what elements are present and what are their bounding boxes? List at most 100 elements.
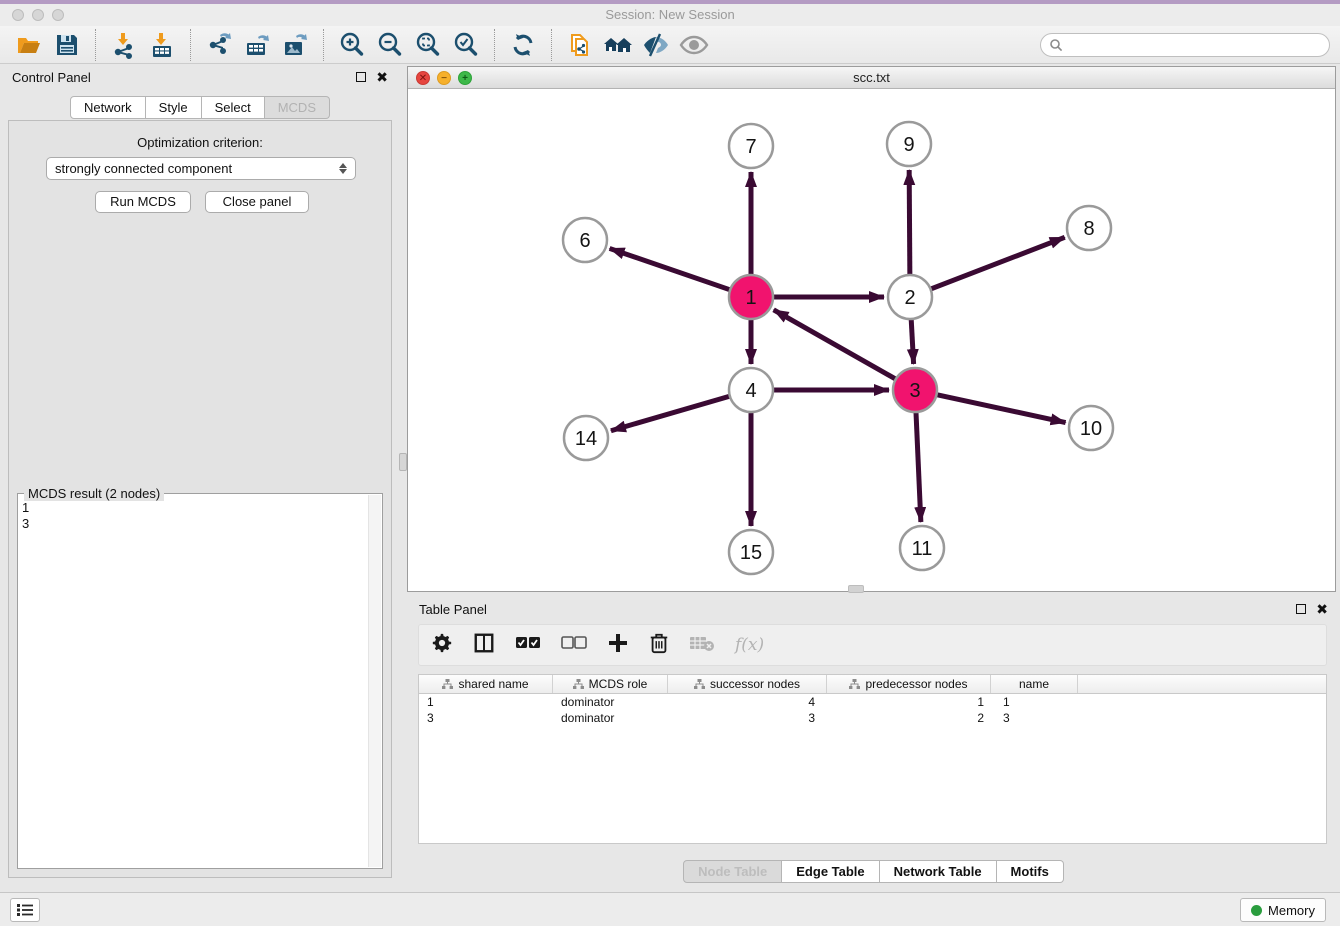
optimization-criterion-select[interactable]: strongly connected component xyxy=(46,157,356,180)
cell-name[interactable]: 1 xyxy=(991,695,1078,709)
status-bar: Memory xyxy=(0,892,1340,926)
graph-node[interactable]: 9 xyxy=(887,122,931,166)
zoom-out-icon[interactable] xyxy=(375,30,405,60)
splitpane-grip[interactable] xyxy=(399,453,407,471)
import-network-icon[interactable] xyxy=(109,30,139,60)
add-column-icon[interactable] xyxy=(607,632,629,659)
graph-node[interactable]: 7 xyxy=(729,124,773,168)
graph-edge[interactable] xyxy=(610,248,732,290)
houses-icon[interactable] xyxy=(603,30,633,60)
cell-mcds-role[interactable]: dominator xyxy=(553,711,668,725)
run-mcds-button[interactable]: Run MCDS xyxy=(95,191,191,213)
column-header[interactable]: MCDS role xyxy=(553,675,668,693)
float-window-icon[interactable] xyxy=(1296,604,1306,614)
result-scrollbar[interactable] xyxy=(368,495,381,867)
node-table[interactable]: shared name MCDS role successor nodes pr… xyxy=(418,674,1327,844)
graph-edge[interactable] xyxy=(911,318,913,364)
tab-style[interactable]: Style xyxy=(146,96,202,119)
window-minimize-icon[interactable]: − xyxy=(437,71,451,85)
graph-node[interactable]: 11 xyxy=(900,526,944,570)
column-header[interactable]: name xyxy=(991,675,1078,693)
graph-node[interactable]: 2 xyxy=(888,275,932,319)
graph-edge[interactable] xyxy=(909,170,910,276)
network-window-titlebar[interactable]: ✕ − + scc.txt xyxy=(408,67,1335,89)
cell-mcds-role[interactable]: dominator xyxy=(553,695,668,709)
table-row[interactable]: 3 dominator 3 2 3 xyxy=(419,710,1326,726)
memory-button[interactable]: Memory xyxy=(1240,898,1326,922)
deselect-checkboxes-icon[interactable] xyxy=(561,635,587,656)
float-window-icon[interactable] xyxy=(356,72,366,82)
import-table-icon[interactable] xyxy=(147,30,177,60)
refresh-icon[interactable] xyxy=(508,30,538,60)
graph-edge[interactable] xyxy=(611,396,731,431)
table-row[interactable]: 1 dominator 4 1 1 xyxy=(419,694,1326,710)
column-pane-icon[interactable] xyxy=(473,632,495,659)
tab-node-table[interactable]: Node Table xyxy=(683,860,782,883)
graph-node[interactable]: 8 xyxy=(1067,206,1111,250)
app-minimize-icon[interactable] xyxy=(32,9,44,21)
window-maximize-icon[interactable]: + xyxy=(458,71,472,85)
graph-node[interactable]: 14 xyxy=(564,416,608,460)
graph-edge[interactable] xyxy=(930,237,1065,289)
mcds-result-text[interactable]: 1 3 xyxy=(22,500,29,532)
search-box[interactable] xyxy=(1040,33,1330,57)
cell-predecessor-nodes[interactable]: 2 xyxy=(827,711,991,725)
graph-edge[interactable] xyxy=(936,394,1066,422)
delete-table-icon[interactable] xyxy=(689,634,715,657)
graph-edge[interactable] xyxy=(774,310,897,380)
graph-node[interactable]: 10 xyxy=(1069,406,1113,450)
tab-edge-table[interactable]: Edge Table xyxy=(782,860,879,883)
cell-predecessor-nodes[interactable]: 1 xyxy=(827,695,991,709)
open-folder-icon[interactable] xyxy=(14,30,44,60)
cell-shared-name[interactable]: 1 xyxy=(419,695,553,709)
cell-successor-nodes[interactable]: 4 xyxy=(668,695,827,709)
cell-name[interactable]: 3 xyxy=(991,711,1078,725)
graph-node[interactable]: 6 xyxy=(563,218,607,262)
cell-successor-nodes[interactable]: 3 xyxy=(668,711,827,725)
close-panel-icon[interactable]: ✖ xyxy=(376,72,388,82)
tab-select[interactable]: Select xyxy=(202,96,265,119)
column-header[interactable]: successor nodes xyxy=(668,675,827,693)
select-all-checkboxes-icon[interactable] xyxy=(515,635,541,656)
column-header[interactable]: shared name xyxy=(419,675,553,693)
zoom-in-icon[interactable] xyxy=(337,30,367,60)
app-close-icon[interactable] xyxy=(12,9,24,21)
column-header[interactable]: predecessor nodes xyxy=(827,675,991,693)
window-close-icon[interactable]: ✕ xyxy=(416,71,430,85)
zoom-fit-icon[interactable] xyxy=(413,30,443,60)
tab-network-table[interactable]: Network Table xyxy=(880,860,997,883)
gear-icon[interactable] xyxy=(431,632,453,659)
control-panel-title: Control Panel xyxy=(12,70,356,85)
search-input[interactable] xyxy=(1063,35,1329,55)
graph-node[interactable]: 1 xyxy=(729,275,773,319)
tab-mcds[interactable]: MCDS xyxy=(265,96,330,119)
graph-node[interactable]: 4 xyxy=(729,368,773,412)
eye-icon[interactable] xyxy=(679,30,709,60)
eye-slash-icon[interactable] xyxy=(641,30,671,60)
task-history-button[interactable] xyxy=(10,898,40,922)
export-network-icon[interactable] xyxy=(204,30,234,60)
tab-motifs[interactable]: Motifs xyxy=(997,860,1064,883)
close-panel-icon[interactable]: ✖ xyxy=(1316,604,1328,614)
hierarchy-icon xyxy=(849,679,860,690)
app-maximize-icon[interactable] xyxy=(52,9,64,21)
zoom-selected-icon[interactable] xyxy=(451,30,481,60)
function-builder-icon[interactable]: f(x) xyxy=(735,635,764,655)
control-panel-tabs: Network Style Select MCDS xyxy=(0,96,400,119)
app-traffic-lights[interactable] xyxy=(12,9,64,21)
duplicate-network-icon[interactable] xyxy=(565,30,595,60)
graph-node[interactable]: 15 xyxy=(729,530,773,574)
graph-edge[interactable] xyxy=(916,411,921,522)
network-graph[interactable]: 7 9 6 8 1 2 4 3 14 10 15 11 xyxy=(408,89,1335,591)
save-floppy-icon[interactable] xyxy=(52,30,82,60)
close-panel-button[interactable]: Close panel xyxy=(205,191,309,213)
graph-node[interactable]: 3 xyxy=(893,368,937,412)
graph-node-label: 1 xyxy=(745,287,756,309)
graph-node-label: 4 xyxy=(745,380,756,402)
network-table-divider-grip[interactable] xyxy=(848,585,864,593)
export-image-icon[interactable] xyxy=(280,30,310,60)
tab-network[interactable]: Network xyxy=(70,96,146,119)
cell-shared-name[interactable]: 3 xyxy=(419,711,553,725)
trash-icon[interactable] xyxy=(649,632,669,659)
export-table-icon[interactable] xyxy=(242,30,272,60)
